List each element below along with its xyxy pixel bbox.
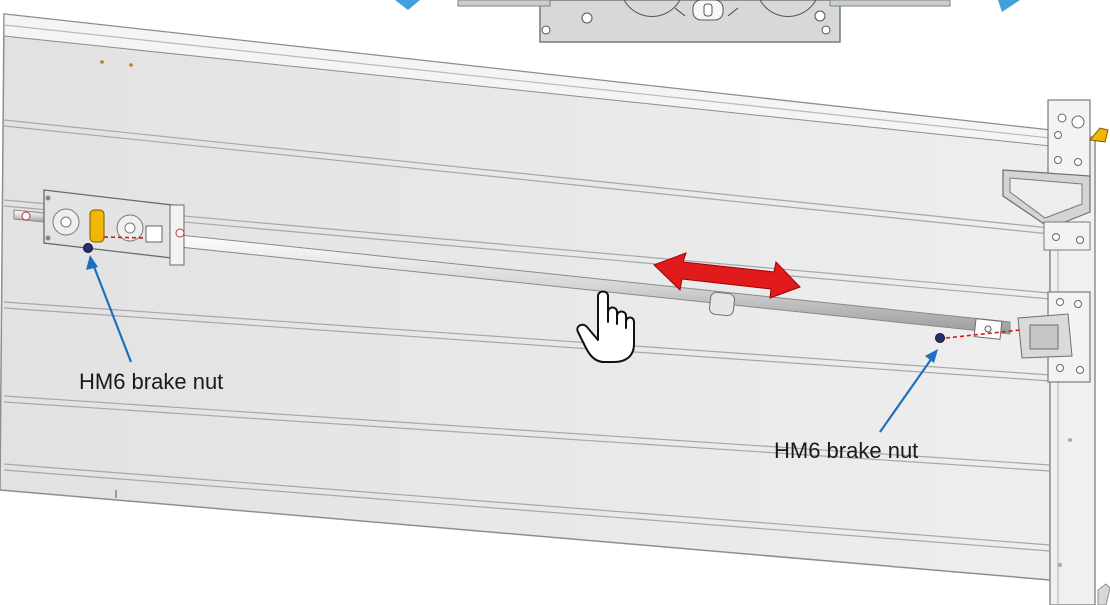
brake-nut-label-right: HM6 brake nut <box>774 438 919 463</box>
next-arrow-icon[interactable] <box>998 0 1020 12</box>
garage-door-diagram <box>0 0 1110 605</box>
top-hinge <box>1047 99 1109 181</box>
brake-nut-label-left: HM6 brake nut <box>79 369 224 394</box>
lock-detail-inset <box>457 0 951 43</box>
previous-arrow-icon[interactable] <box>395 0 420 10</box>
door-panel <box>0 13 1051 581</box>
brake-nut-right <box>935 333 945 343</box>
lock-cylinder <box>89 209 105 243</box>
brake-nut-left <box>83 243 93 253</box>
